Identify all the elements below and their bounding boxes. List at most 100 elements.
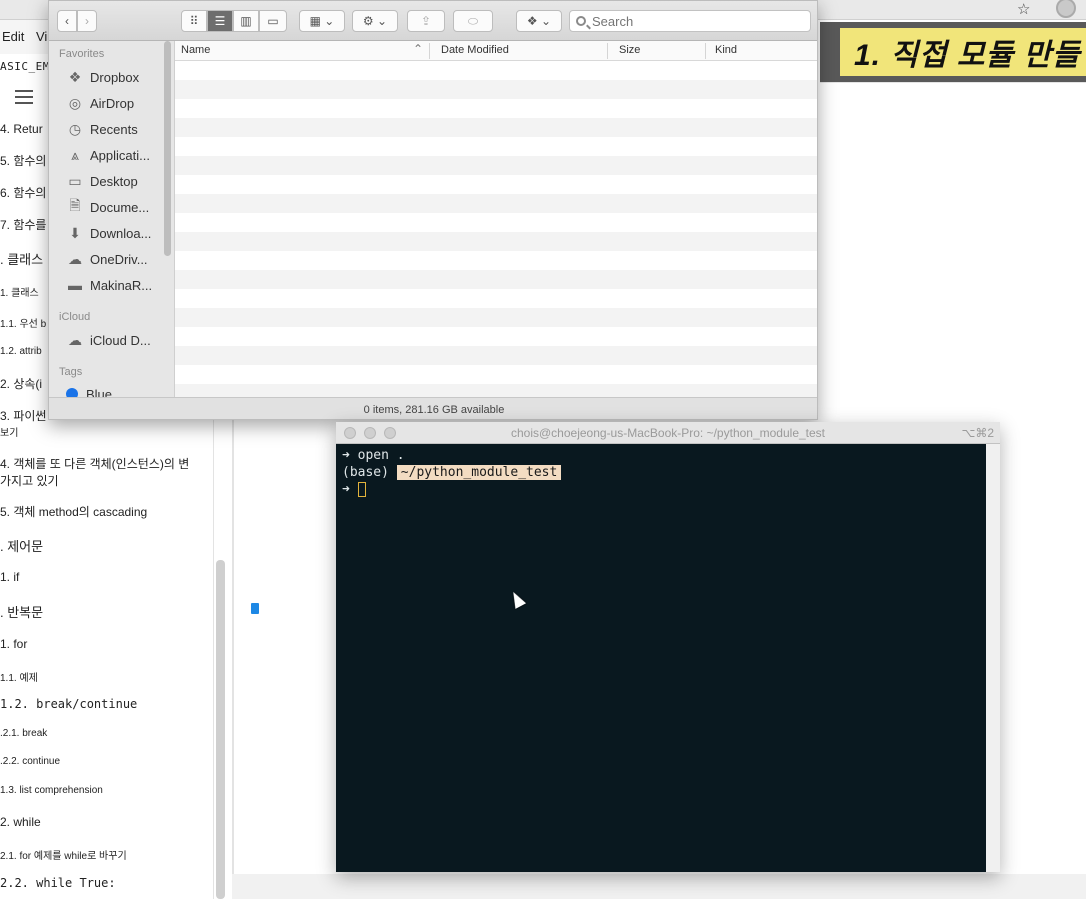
column-size[interactable]: Size (619, 44, 640, 56)
sidebar-item-dropbox[interactable]: ❖ Dropbox (66, 67, 139, 87)
star-icon[interactable]: ☆ (1017, 0, 1030, 18)
column-kind[interactable]: Kind (715, 44, 737, 56)
profile-avatar[interactable] (1056, 0, 1076, 18)
divider (232, 420, 234, 899)
banner-title: 1. 직접 모듈 만들 (854, 39, 1081, 72)
sidebar-item-airdrop[interactable]: ◎ AirDrop (66, 93, 134, 113)
sidebar-item-documents[interactable]: 🗎 Docume... (66, 197, 149, 217)
forward-button[interactable]: › (77, 10, 97, 32)
toc-item[interactable]: .2.1. break (0, 728, 47, 739)
sidebar-item-downloads[interactable]: ⬇ Downloa... (66, 223, 151, 243)
toc-item[interactable]: 2.1. for 예제를 while로 바꾸기 (0, 847, 127, 862)
sidebar-item-applications[interactable]: ⩓ Applicati... (66, 145, 150, 165)
sidebar-heading-tags: Tags (59, 366, 83, 378)
sidebar-item-label: Recents (90, 121, 138, 137)
back-button[interactable]: ‹ (57, 10, 77, 32)
dropbox-button[interactable]: ❖ ⌄ (516, 10, 562, 32)
toc-item[interactable]: 1. 클래스 (0, 284, 39, 299)
column-separator[interactable] (429, 43, 430, 59)
list-view-icon: ☰ (214, 14, 226, 28)
column-separator[interactable] (705, 43, 706, 59)
finder-status-bar: 0 items, 281.16 GB available (49, 397, 817, 419)
view-gallery-button[interactable]: ▭ (259, 10, 287, 32)
toc-item[interactable]: . 반복문 (0, 602, 43, 621)
toc-item[interactable]: 4. 객체를 또 다른 객체(인스턴스)의 변 (0, 455, 189, 472)
toc-item[interactable]: 5. 객체 method의 cascading (0, 503, 147, 520)
menu-edit[interactable]: Edit (2, 29, 24, 44)
toc-item[interactable]: 가지고 있기 (0, 472, 59, 489)
group-button[interactable]: ▦ ⌄ (299, 10, 345, 32)
list-icon[interactable] (15, 90, 33, 104)
cloud-icon: ☁ (68, 250, 82, 267)
sidebar-item-label: Docume... (90, 199, 150, 215)
toc-item[interactable]: 1.2. break/continue (0, 697, 137, 711)
columns-icon: ▥ (240, 14, 252, 28)
action-button[interactable]: ⚙ ⌄ (352, 10, 398, 32)
toc-item[interactable]: 3. 파이썬 (0, 407, 46, 424)
menu-view[interactable]: Vi (36, 29, 47, 44)
sort-ascending-icon: ⌃ (413, 42, 424, 56)
folder-icon: ▬ (68, 277, 82, 293)
sidebar-item-makina[interactable]: ▬ MakinaR... (66, 275, 152, 295)
terminal-output[interactable]: ➜ open . (base) ~/python_module_test ➜ (336, 444, 986, 872)
tag-dot-icon (66, 388, 78, 397)
toc-item[interactable]: 1.3. list comprehension (0, 785, 103, 796)
tag-button[interactable]: ⬭ (453, 10, 493, 32)
toc-item[interactable]: .2.2. continue (0, 756, 60, 767)
zoom-button[interactable] (384, 427, 396, 439)
sidebar-item-label: Downloa... (90, 225, 152, 241)
toc-item[interactable]: 2. 상속(i (0, 375, 42, 392)
text-cursor-marker (251, 603, 259, 614)
toc-item[interactable]: . 클래스 (0, 249, 43, 268)
toc-item[interactable]: 5. 함수의 (0, 152, 46, 169)
toc-item[interactable]: 6. 함수의 (0, 184, 46, 201)
chevron-left-icon: ‹ (65, 14, 69, 28)
sidebar-item-label: Applicati... (90, 147, 150, 163)
airdrop-icon: ◎ (68, 94, 82, 111)
prompt-arrow: ➜ (342, 482, 350, 497)
view-list-button[interactable]: ☰ (207, 10, 233, 32)
finder-toolbar: ‹ › ⠿ ☰ ▥ ▭ ▦ ⌄ ⚙ ⌄ ⇪ ⬭ ❖ ⌄ (49, 1, 817, 41)
toc-item[interactable]: 7. 함수를 (0, 216, 46, 233)
toc-item[interactable]: 보기 (0, 424, 18, 439)
column-date-modified[interactable]: Date Modified (441, 44, 509, 56)
view-icons-button[interactable]: ⠿ (181, 10, 207, 32)
share-button[interactable]: ⇪ (407, 10, 445, 32)
env-label: (base) (342, 465, 389, 480)
view-columns-button[interactable]: ▥ (233, 10, 259, 32)
column-separator[interactable] (607, 43, 608, 59)
share-icon: ⇪ (420, 14, 432, 28)
search-icon (576, 16, 586, 26)
sidebar-scrollbar[interactable] (164, 41, 171, 256)
terminal-title: chois@choejeong-us-MacBook-Pro: ~/python… (510, 426, 826, 440)
file-list[interactable] (175, 61, 817, 397)
toc-item[interactable]: 1.1. 예제 (0, 669, 38, 684)
toc-item[interactable]: . 제어문 (0, 536, 43, 555)
toc-scrollbar[interactable] (216, 560, 225, 899)
toc-item[interactable]: 1.1. 우선 b (0, 315, 46, 330)
doc-code-label: ASIC_EM (0, 60, 50, 73)
toc-item[interactable]: 4. Retur (0, 122, 43, 136)
applications-icon: ⩓ (71, 146, 79, 163)
group-icon: ▦ ⌄ (309, 14, 335, 28)
sidebar-item-icloud-drive[interactable]: ☁ iCloud D... (66, 330, 151, 350)
toc-item[interactable]: 2. while (0, 815, 41, 829)
sidebar-item-recents[interactable]: ◷ Recents (66, 119, 138, 139)
terminal-window: chois@choejeong-us-MacBook-Pro: ~/python… (336, 422, 1000, 872)
search-input[interactable] (592, 13, 792, 29)
close-button[interactable] (344, 427, 356, 439)
toc-item[interactable]: 1.2. attrib (0, 346, 42, 357)
chevron-right-icon: › (85, 14, 89, 28)
download-icon: ⬇ (69, 224, 81, 241)
toc-item[interactable]: 1. for (0, 637, 27, 651)
search-field[interactable] (569, 10, 811, 32)
sidebar-item-onedrive[interactable]: ☁ OneDriv... (66, 249, 148, 269)
sidebar-item-tag-blue[interactable]: Blue (66, 384, 112, 397)
sidebar-item-desktop[interactable]: ▭ Desktop (66, 171, 137, 191)
minimize-button[interactable] (364, 427, 376, 439)
column-name[interactable]: Name (181, 44, 210, 56)
toc-item[interactable]: 1. if (0, 570, 19, 584)
terminal-scrollbar[interactable] (986, 444, 1000, 872)
prompt-path: ~/python_module_test (396, 465, 562, 480)
toc-item[interactable]: 2.2. while True: (0, 876, 116, 890)
